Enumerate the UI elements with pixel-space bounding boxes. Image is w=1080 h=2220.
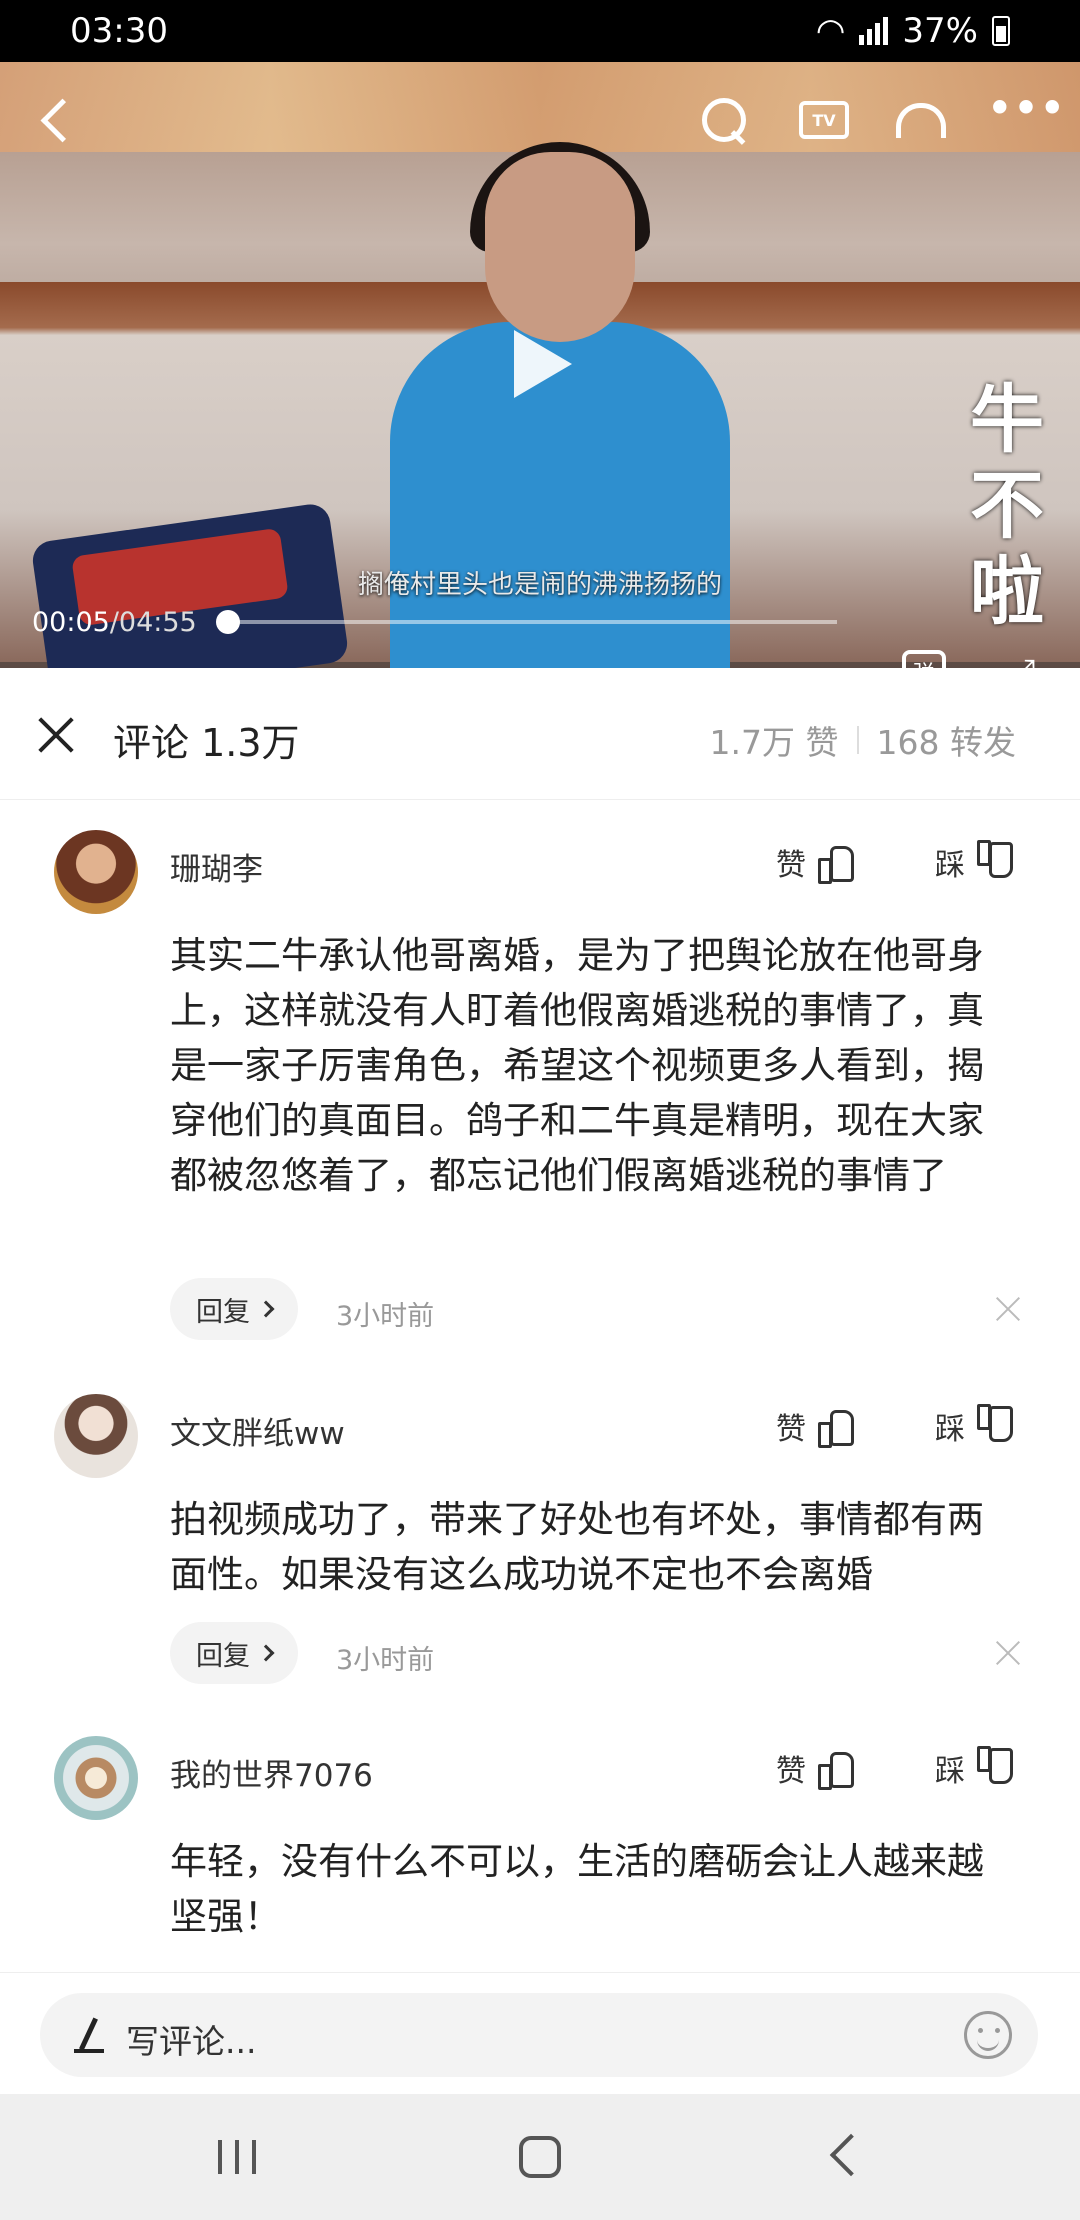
tv-cast-icon[interactable]: TV (794, 92, 854, 148)
shares-count: 168 转发 (876, 723, 1016, 762)
thumb-up-icon (816, 844, 854, 884)
dislike-button[interactable]: 踩 (935, 1746, 1011, 1790)
video-player[interactable]: TV ••• 牛不啦 搁俺村里头也是闹的沸沸扬扬的 00:05/04:55 弹 … (0, 62, 1080, 668)
current-time: 00:05 (32, 606, 110, 638)
progress-track[interactable] (215, 610, 837, 634)
status-icons: ◠ 37% (816, 11, 1010, 51)
wifi-icon: ◠ (815, 11, 846, 51)
comments-title: 评论 1.3万 (113, 721, 300, 765)
battery-icon (992, 16, 1010, 46)
comment-text: 年轻，没有什么不可以，生活的磨砺会让人越来越坚强！ (170, 1840, 984, 1938)
system-nav-bar (0, 2094, 1080, 2220)
danmu-icon[interactable]: 弹 (902, 650, 946, 668)
total-time: /04:55 (109, 606, 197, 638)
thumb-down-icon (975, 1408, 1011, 1444)
comment-input-placeholder: 写评论... (126, 2022, 257, 2061)
comment-username[interactable]: 珊瑚李 (170, 844, 263, 889)
thumb-down-icon (975, 1750, 1011, 1786)
playback-time: 00:05/04:55 (32, 607, 197, 638)
likes-count: 1.7万 赞 (709, 723, 839, 762)
dislike-button[interactable]: 踩 (935, 840, 1011, 884)
comment-text: 拍视频成功了，带来了好处也有坏处，事情都有两面性。如果没有这么成功说不定也不会离… (170, 1498, 984, 1596)
avatar[interactable] (54, 1736, 138, 1820)
dislike-button[interactable]: 踩 (935, 1404, 1011, 1448)
comment-input-bar: 写评论... (0, 1972, 1080, 2094)
avatar[interactable] (54, 830, 138, 914)
progress-knob[interactable] (215, 610, 240, 634)
chevron-right-icon (257, 1300, 275, 1318)
dismiss-icon[interactable] (995, 1640, 1021, 1666)
video-top-controls: TV ••• (0, 62, 1080, 182)
progress-row: 00:05/04:55 (32, 602, 1072, 642)
comments-stats: 1.7万 赞 168 转发 (710, 716, 1016, 764)
reply-button[interactable]: 回复 (170, 1622, 298, 1684)
signal-icon (859, 17, 889, 45)
reply-button[interactable]: 回复 (170, 1278, 298, 1340)
chevron-right-icon (257, 1644, 275, 1662)
comment-time: 3小时前 (336, 1645, 435, 1676)
thumb-up-icon (816, 1408, 854, 1448)
comment-text: 其实二牛承认他哥离婚，是为了把舆论放在他哥身上，这样就没有人盯着他假离婚逃税的事… (170, 934, 984, 1197)
battery-percent: 37% (902, 11, 978, 51)
status-time: 03:30 (70, 11, 168, 51)
comments-header: 评论 1.3万 1.7万 赞 168 转发 (0, 668, 1080, 800)
back-chevron-icon[interactable] (28, 92, 84, 148)
pen-icon (72, 2017, 106, 2053)
like-button[interactable]: 赞 (776, 840, 854, 884)
home-icon[interactable] (519, 2136, 561, 2178)
comment-username[interactable]: 文文胖纸ww (170, 1408, 345, 1453)
search-icon[interactable] (696, 92, 752, 148)
nav-back-icon[interactable] (829, 2133, 873, 2177)
like-button[interactable]: 赞 (776, 1404, 854, 1448)
like-button[interactable]: 赞 (776, 1746, 854, 1790)
comment-time: 3小时前 (336, 1301, 435, 1332)
play-icon[interactable] (514, 330, 572, 398)
thumb-up-icon (816, 1750, 854, 1790)
fullscreen-icon[interactable]: ⤢ (1000, 650, 1044, 668)
video-subtitle: 搁俺村里头也是闹的沸沸扬扬的 (357, 570, 722, 600)
comment-input[interactable]: 写评论... (40, 1993, 1038, 2077)
comment-username[interactable]: 我的世界7076 (170, 1750, 373, 1795)
emoji-icon[interactable] (964, 2011, 1012, 2059)
close-icon[interactable] (36, 714, 76, 754)
recent-apps-icon[interactable] (218, 2140, 256, 2174)
status-bar: 03:30 ◠ 37% (0, 0, 1080, 62)
thumb-down-icon (975, 844, 1011, 880)
dismiss-icon[interactable] (995, 1296, 1021, 1322)
more-icon[interactable]: ••• (988, 80, 1065, 136)
listen-icon[interactable] (893, 92, 949, 148)
stats-divider (856, 726, 859, 754)
avatar[interactable] (54, 1394, 138, 1478)
